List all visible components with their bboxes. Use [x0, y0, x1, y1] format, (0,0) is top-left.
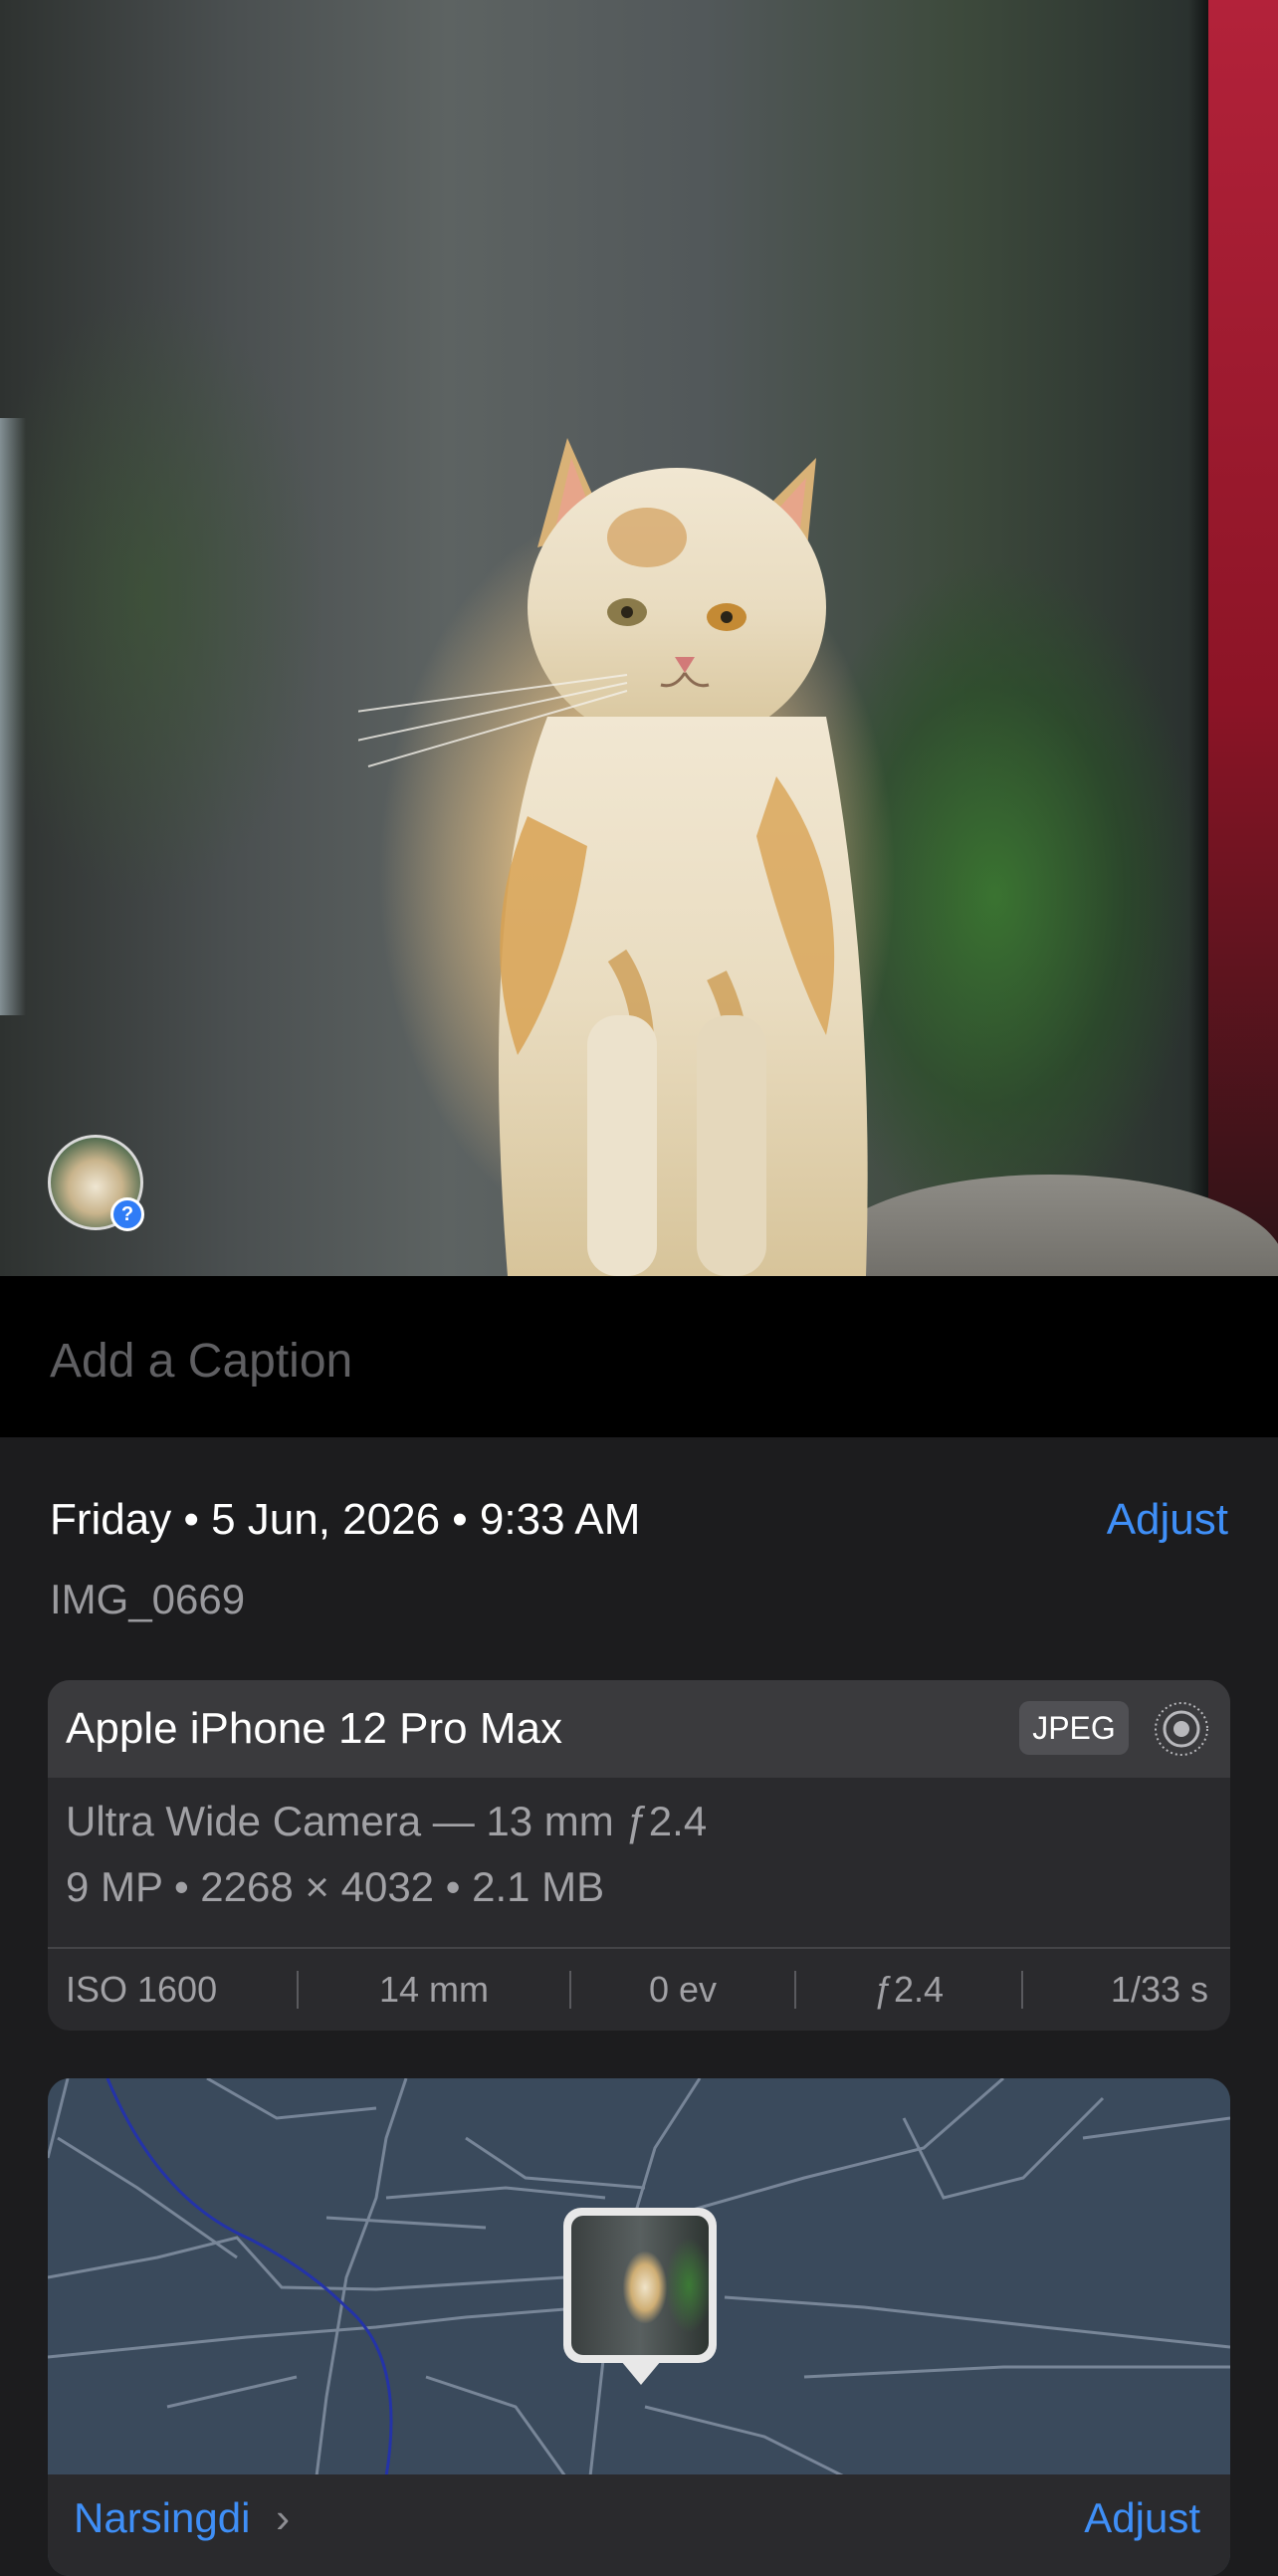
location-link[interactable]: Narsingdi › [74, 2494, 290, 2542]
caption-field[interactable]: Add a Caption [0, 1276, 1278, 1437]
exif-row: ISO 1600 14 mm 0 ev ƒ2.4 1/33 s [48, 1949, 1230, 2031]
image-specs: 9 MP • 2268 × 4032 • 2.1 MB [66, 1863, 605, 1910]
photo-red-cloth [1208, 0, 1278, 1276]
device-name: Apple iPhone 12 Pro Max [66, 1704, 562, 1753]
map-pin-tail [621, 2361, 661, 2385]
exif-shutter-speed: 1/33 s [1110, 1969, 1208, 2010]
map-photo-pin[interactable] [563, 2208, 717, 2385]
camera-info-card: Apple iPhone 12 Pro Max JPEG Ultra Wide … [48, 1680, 1230, 2031]
map-pin-thumbnail [571, 2216, 709, 2355]
photo-datetime: Friday • 5 Jun, 2026 • 9:33 AM [50, 1495, 641, 1544]
caption-placeholder: Add a Caption [50, 1335, 353, 1388]
cat-illustration [358, 438, 868, 1276]
location-name: Narsingdi [74, 2494, 251, 2541]
exif-exposure-value: 0 ev [648, 1969, 718, 2010]
lens-info: Ultra Wide Camera — 13 mm ƒ2.4 [66, 1798, 708, 1844]
format-badge: JPEG [1019, 1701, 1129, 1755]
photo-left-edge [0, 418, 26, 1015]
chevron-right-icon: › [276, 2494, 291, 2541]
people-avatar[interactable]: ? [48, 1135, 144, 1231]
photo-viewer[interactable]: ? [0, 0, 1278, 1276]
exif-focal-length: 14 mm [378, 1969, 490, 2010]
unknown-person-badge-icon: ? [110, 1197, 144, 1231]
camera-card-header: Apple iPhone 12 Pro Max JPEG [48, 1680, 1230, 1778]
photo-filename: IMG_0669 [50, 1576, 246, 1622]
location-map[interactable]: Narsingdi › Adjust [48, 2078, 1230, 2576]
exif-iso: ISO 1600 [66, 1969, 218, 2010]
exif-aperture: ƒ2.4 [873, 1969, 945, 2010]
adjust-datetime-button[interactable]: Adjust [1107, 1495, 1228, 1545]
map-footer: Narsingdi › Adjust [48, 2474, 1230, 2576]
adjust-location-button[interactable]: Adjust [1084, 2494, 1200, 2542]
live-photo-icon[interactable] [1153, 1700, 1210, 1758]
